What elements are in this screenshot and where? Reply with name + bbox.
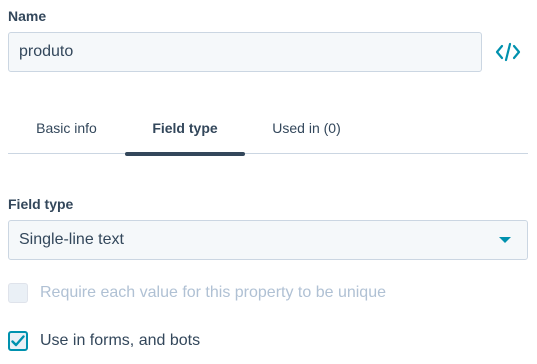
forms-option-label: Use in forms, and bots	[40, 332, 201, 349]
field-type-select[interactable]: Single-line text	[8, 220, 528, 260]
tab-bar: Basic info Field type Used in (0)	[8, 108, 528, 156]
tab-used-in[interactable]: Used in (0)	[245, 108, 368, 154]
unique-option-label: Require each value for this property to …	[40, 284, 386, 301]
tab-label: Field type	[152, 120, 218, 136]
forms-checkbox[interactable]	[8, 331, 28, 351]
code-brackets-icon[interactable]	[495, 40, 521, 64]
checkmark-icon	[11, 335, 25, 347]
field-type-value: Single-line text	[19, 231, 124, 248]
unique-checkbox	[8, 283, 28, 303]
active-tab-indicator	[125, 152, 245, 156]
unique-option: Require each value for this property to …	[8, 283, 386, 303]
name-label: Name	[8, 8, 47, 24]
tab-basic-info[interactable]: Basic info	[8, 108, 125, 154]
field-type-label: Field type	[8, 196, 74, 212]
forms-option[interactable]: Use in forms, and bots	[8, 331, 200, 351]
tab-field-type[interactable]: Field type	[125, 108, 245, 156]
caret-down-icon	[499, 237, 511, 243]
tab-label: Basic info	[36, 120, 97, 136]
name-input[interactable]	[8, 32, 482, 72]
tab-label: Used in (0)	[272, 120, 341, 136]
